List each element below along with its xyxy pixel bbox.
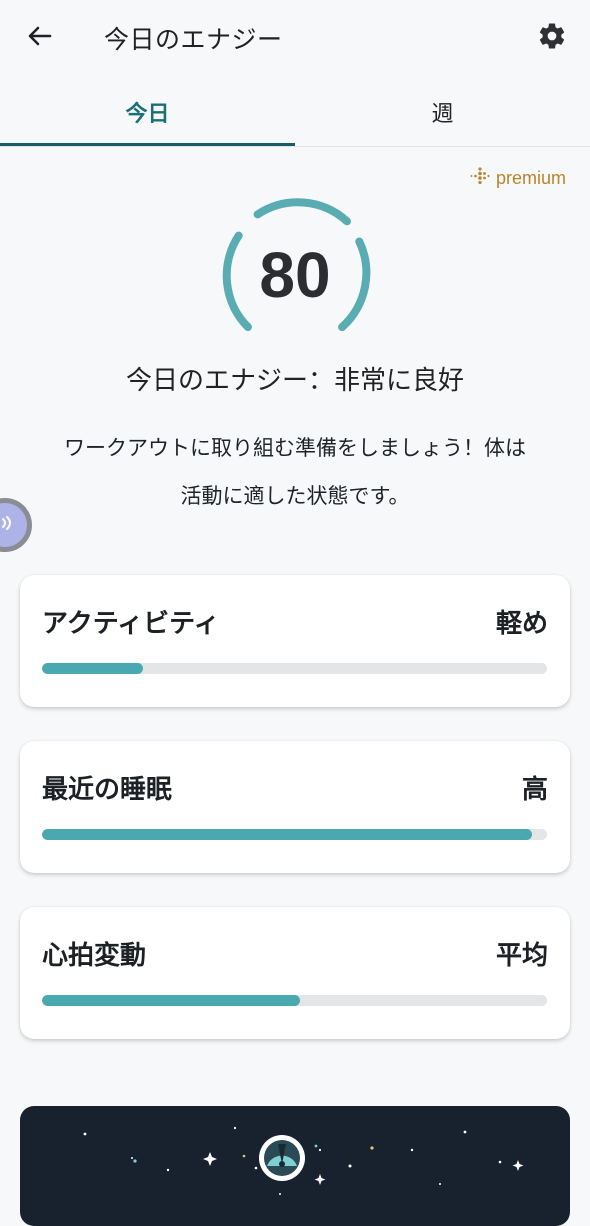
- metric-value: 高: [521, 775, 548, 805]
- app-bar: 今日のエナジー: [0, 0, 590, 76]
- metric-progress-fill: [42, 829, 532, 840]
- promo-card[interactable]: [20, 1106, 570, 1226]
- metric-progress-bar: [42, 663, 547, 674]
- metric-label: 心拍変動: [42, 941, 147, 971]
- starfield-illustration: [83, 1126, 524, 1195]
- fitbit-dots-icon: [470, 166, 490, 191]
- back-button[interactable]: [20, 18, 60, 58]
- metric-label: アクティビティ: [42, 609, 220, 639]
- energy-headline: 今日のエナジー：非常に良好: [125, 366, 464, 396]
- energy-description: ワークアウトに取り組む準備をしましょう！体は活動に適した状態です。: [64, 436, 526, 508]
- arrow-left-icon: [26, 22, 54, 54]
- floating-assistant-button[interactable]: [0, 498, 32, 552]
- premium-badge: premium: [470, 166, 566, 191]
- metric-card-hrv[interactable]: 心拍変動 平均: [20, 907, 570, 1039]
- premium-label: premium: [495, 168, 566, 188]
- metric-progress-fill: [42, 663, 143, 674]
- metric-progress-bar: [42, 995, 547, 1006]
- metric-value: 平均: [495, 941, 548, 971]
- tab-bar: 今日 週: [0, 80, 590, 147]
- tab-week[interactable]: 週: [295, 80, 590, 144]
- page-title: 今日のエナジー: [104, 25, 283, 54]
- sound-wave-icon: [1, 515, 15, 535]
- active-tab-indicator: [0, 143, 295, 146]
- gear-icon: [537, 21, 567, 55]
- energy-score: 80: [259, 239, 331, 311]
- metric-card-activity[interactable]: アクティビティ 軽め: [20, 575, 570, 707]
- metric-label: 最近の睡眠: [42, 775, 173, 805]
- metric-value: 軽め: [495, 609, 548, 639]
- metric-progress-fill: [42, 995, 300, 1006]
- tab-today[interactable]: 今日: [0, 80, 295, 144]
- settings-button[interactable]: [532, 18, 572, 58]
- metric-progress-bar: [42, 829, 547, 840]
- metric-card-sleep[interactable]: 最近の睡眠 高: [20, 741, 570, 873]
